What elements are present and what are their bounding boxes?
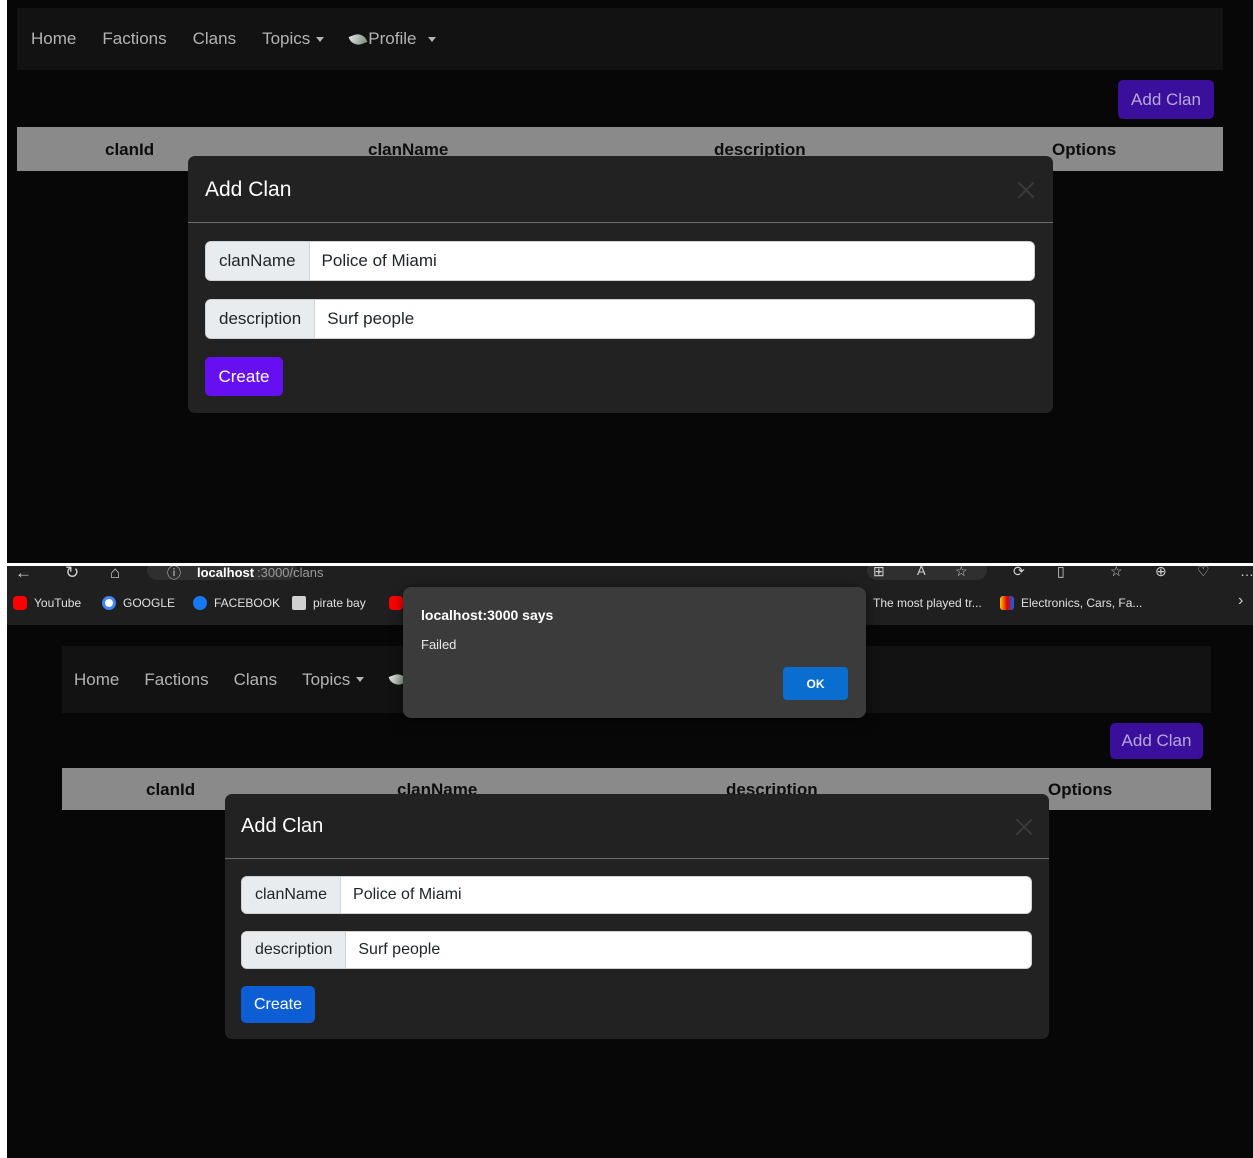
- description-input[interactable]: [315, 300, 1034, 338]
- bookmark-label: Electronics, Cars, Fa...: [1021, 596, 1143, 610]
- bookmark-facebook[interactable]: FACEBOOK: [193, 596, 280, 610]
- refresh-icon[interactable]: ↻: [65, 566, 79, 582]
- nav-clans[interactable]: Clans: [234, 670, 277, 690]
- back-icon[interactable]: ←: [15, 566, 32, 582]
- more-icon[interactable]: …: [1240, 566, 1253, 579]
- collections-icon[interactable]: ⊕: [1155, 566, 1167, 580]
- create-button[interactable]: Create: [241, 986, 315, 1023]
- column-header-options: Options: [1052, 140, 1117, 159]
- description-label: description: [206, 300, 316, 338]
- leaf-icon: [348, 31, 368, 47]
- nav-home[interactable]: Home: [74, 670, 119, 690]
- description-label: description: [242, 932, 347, 968]
- close-icon[interactable]: [1015, 818, 1033, 836]
- bookmark-youtube[interactable]: YouTube: [13, 596, 81, 610]
- bookmark-label: FACEBOOK: [214, 596, 281, 610]
- nav-topics-label: Topics: [262, 29, 311, 48]
- modal-title: Add Clan: [241, 815, 324, 837]
- nav-factions[interactable]: Factions: [144, 670, 208, 690]
- clanname-label: clanName: [206, 242, 310, 280]
- url-path: :3000/clans: [257, 566, 324, 580]
- add-clan-modal: Add Clan clanName description Create: [188, 156, 1053, 413]
- clanname-input[interactable]: [309, 242, 1034, 280]
- add-clan-modal: Add Clan clanName description Create: [225, 794, 1049, 1039]
- chevron-down-icon: [356, 677, 365, 682]
- split-screen-icon[interactable]: ⊞: [873, 566, 885, 580]
- nav-topics-label: Topics: [302, 669, 351, 689]
- nav-profile-label: Profile: [368, 29, 417, 48]
- alert-dialog: localhost:3000 says Failed OK: [403, 587, 866, 718]
- clanname-input[interactable]: [341, 877, 1031, 913]
- modal-divider: [225, 858, 1049, 859]
- create-button[interactable]: Create: [205, 357, 283, 396]
- info-icon[interactable]: ⓘ: [167, 566, 181, 582]
- chevron-down-icon: [428, 36, 437, 42]
- bookmark-most-played[interactable]: The most played tr...: [873, 596, 982, 610]
- chevron-right-icon[interactable]: ›: [1238, 592, 1243, 610]
- alert-ok-button[interactable]: OK: [783, 667, 848, 700]
- add-clan-button[interactable]: Add Clan: [1118, 80, 1214, 119]
- clanname-label: clanName: [242, 877, 342, 913]
- url-host: localhost: [197, 566, 255, 580]
- bookmark-pirate-bay[interactable]: pirate bay: [292, 596, 366, 610]
- screenshot-after: ← ↻ ⌂ ⓘ localhost :3000/clans ⊞ A ☆ ⟳ ▯ …: [7, 566, 1253, 1158]
- description-input-group: description: [241, 931, 1032, 969]
- clanname-input-group: clanName: [205, 241, 1035, 281]
- navbar: Home Factions Clans Topics Profile: [17, 8, 1223, 70]
- bookmark-label: YouTube: [34, 596, 82, 610]
- nav-topics-dropdown[interactable]: Topics: [302, 669, 365, 690]
- youtube-icon: [13, 596, 27, 610]
- clanname-input-group: clanName: [241, 876, 1032, 914]
- modal-title: Add Clan: [205, 178, 292, 201]
- description-input[interactable]: [346, 932, 1031, 968]
- description-input-group: description: [205, 299, 1035, 339]
- browser-toolbar: ← ↻ ⌂ ⓘ localhost :3000/clans ⊞ A ☆ ⟳ ▯ …: [7, 566, 1253, 582]
- alert-message: Failed: [421, 637, 457, 652]
- bookmark-google[interactable]: GOOGLE: [102, 596, 175, 610]
- facebook-icon: [193, 596, 207, 610]
- nav-profile-dropdown[interactable]: Profile: [348, 29, 437, 49]
- nav-factions[interactable]: Factions: [102, 29, 166, 49]
- chevron-down-icon: [316, 36, 325, 42]
- bookmark-label: The most played tr...: [873, 596, 982, 610]
- read-aloud-icon[interactable]: A: [917, 566, 926, 578]
- youtube-icon: [389, 596, 403, 610]
- address-bar-actions: [867, 566, 987, 580]
- electronics-icon: [1000, 596, 1014, 610]
- nav-topics-dropdown[interactable]: Topics: [262, 29, 325, 49]
- pirate-bay-icon: [292, 596, 306, 610]
- alert-title: localhost:3000 says: [421, 607, 554, 623]
- column-header-clanid: clanId: [146, 780, 196, 799]
- modal-divider: [188, 222, 1053, 223]
- split-view-icon[interactable]: ▯: [1057, 566, 1065, 580]
- nav-home[interactable]: Home: [31, 29, 76, 49]
- nav-clans[interactable]: Clans: [193, 29, 236, 49]
- favorites-icon[interactable]: ☆: [1110, 566, 1123, 580]
- bookmark-electronics[interactable]: Electronics, Cars, Fa...: [1000, 596, 1142, 610]
- favorite-star-icon[interactable]: ☆: [955, 566, 968, 580]
- performance-icon[interactable]: ♡: [1197, 566, 1210, 580]
- extensions-icon[interactable]: ⟳: [1013, 566, 1025, 580]
- google-icon: [102, 596, 116, 610]
- home-icon[interactable]: ⌂: [110, 566, 120, 582]
- column-header-options: Options: [1048, 780, 1113, 799]
- bookmark-label: pirate bay: [313, 596, 366, 610]
- close-icon[interactable]: [1017, 181, 1035, 199]
- screenshot-before: Home Factions Clans Topics Profile Add C…: [7, 0, 1253, 563]
- add-clan-button[interactable]: Add Clan: [1110, 723, 1203, 759]
- column-header-clanid: clanId: [105, 140, 155, 159]
- bookmark-label: GOOGLE: [123, 596, 176, 610]
